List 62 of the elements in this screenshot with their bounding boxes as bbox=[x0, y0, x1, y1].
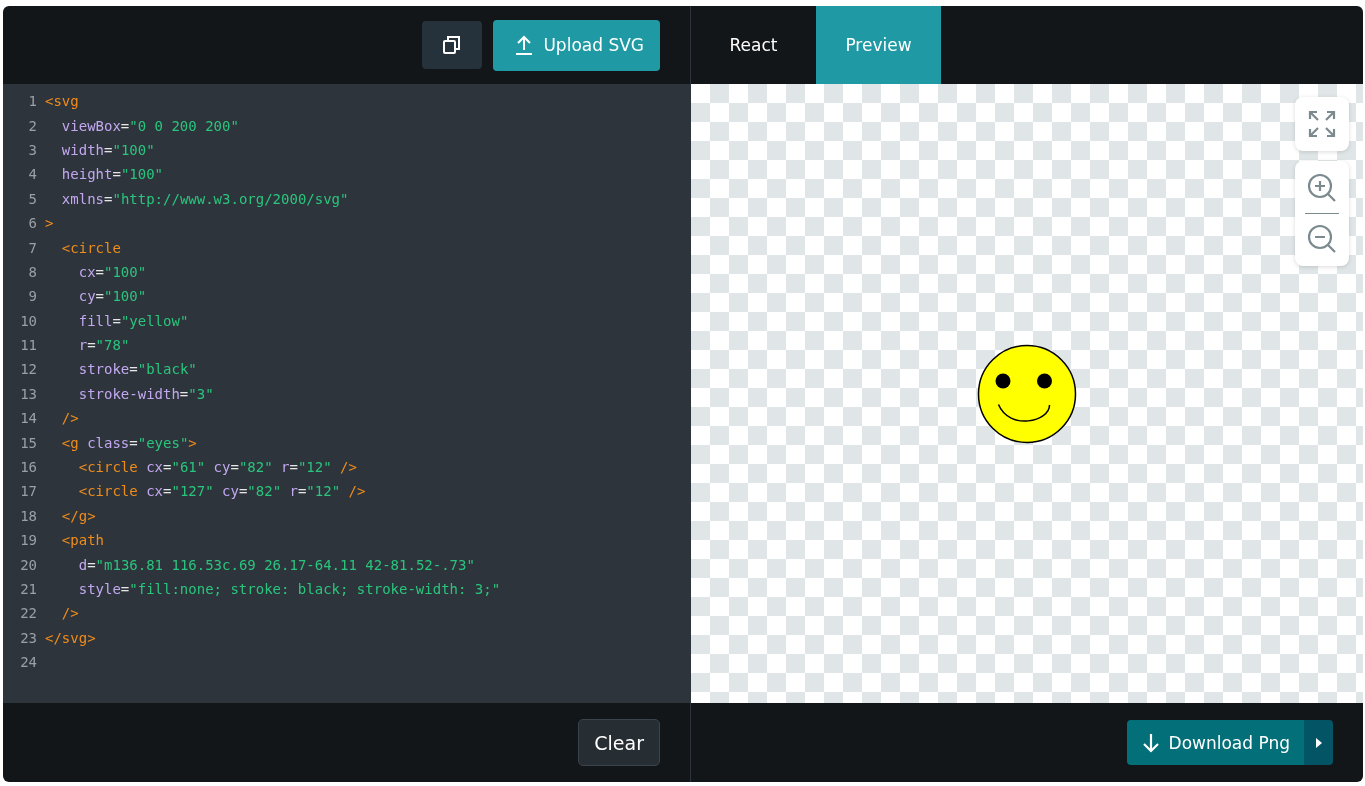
code-line: </svg> bbox=[45, 629, 96, 646]
zoom-in-icon bbox=[1307, 173, 1337, 203]
clear-button[interactable]: Clear bbox=[578, 719, 660, 766]
code-line: stroke-width="3" bbox=[77, 385, 214, 402]
line-number: 18 bbox=[19, 507, 38, 524]
code-line: fill="yellow" bbox=[77, 312, 189, 329]
download-png-button[interactable]: Download Png bbox=[1126, 720, 1304, 765]
line-number: 10 bbox=[19, 312, 38, 329]
upload-icon bbox=[515, 35, 534, 55]
code-line: /> bbox=[60, 605, 79, 622]
code-line: <circle cx="127" cy="82" r="12" /> bbox=[77, 483, 366, 500]
code-line: /> bbox=[60, 410, 79, 427]
expand-icon bbox=[1308, 110, 1336, 138]
code-line: <path bbox=[60, 532, 104, 549]
copy-icon bbox=[442, 35, 463, 55]
code-line: cx="100" bbox=[77, 263, 147, 280]
line-number: 15 bbox=[19, 434, 38, 451]
copy-button[interactable] bbox=[422, 21, 483, 69]
code-line: viewBox="0 0 200 200" bbox=[60, 117, 239, 134]
code-line: height="100" bbox=[60, 166, 164, 183]
line-number: 11 bbox=[19, 337, 38, 354]
code-line: > bbox=[45, 215, 54, 232]
code-line: r="78" bbox=[77, 337, 130, 354]
code-line: cy="100" bbox=[77, 288, 147, 305]
caret-icon bbox=[1315, 737, 1322, 748]
download-icon bbox=[1142, 732, 1159, 753]
tab[interactable]: Preview bbox=[816, 6, 941, 84]
code-line: <circle cx="61" cy="82" r="12" /> bbox=[77, 459, 357, 476]
line-number: 24 bbox=[19, 654, 38, 671]
line-number: 22 bbox=[19, 605, 38, 622]
code-line: style="fill:none; stroke: black; stroke-width: 3;" bbox=[77, 581, 501, 597]
upload-svg-button[interactable]: Upload SVG bbox=[493, 19, 660, 71]
dropdown-toggle[interactable] bbox=[1304, 720, 1333, 765]
line-number: 1 bbox=[27, 93, 38, 110]
line-number: 3 bbox=[27, 141, 38, 158]
code-line: width="100" bbox=[60, 141, 155, 158]
code-editor[interactable] bbox=[3, 84, 690, 703]
line-number: 19 bbox=[19, 532, 38, 549]
code-line: <circle bbox=[60, 239, 121, 256]
line-number: 17 bbox=[19, 483, 38, 500]
line-number: 12 bbox=[19, 361, 38, 378]
code-line: <g class="eyes"> bbox=[60, 434, 197, 451]
line-number: 4 bbox=[27, 166, 38, 183]
line-number: 20 bbox=[19, 556, 38, 573]
code-line: <svg bbox=[45, 93, 79, 110]
line-number: 6 bbox=[27, 215, 38, 232]
code-line: d="m136.81 116.53c.69 26.17-64.11 42-81.52-.73" bbox=[77, 556, 475, 573]
line-number: 21 bbox=[19, 581, 38, 597]
line-number: 14 bbox=[19, 410, 38, 427]
tab[interactable]: React bbox=[691, 6, 816, 84]
line-number: 9 bbox=[27, 288, 38, 305]
line-number: 16 bbox=[19, 459, 38, 476]
code-line: xmlns="http://www.w3.org/2000/svg" bbox=[60, 190, 349, 207]
line-number: 5 bbox=[27, 190, 38, 207]
line-number: 23 bbox=[19, 629, 38, 646]
line-number: 13 bbox=[19, 385, 38, 402]
code-line: </g> bbox=[60, 507, 96, 524]
line-number: 8 bbox=[27, 263, 38, 280]
code-line: stroke="black" bbox=[77, 361, 197, 378]
line-number: 2 bbox=[27, 117, 38, 134]
line-number: 7 bbox=[27, 239, 38, 256]
zoom-out-icon bbox=[1307, 224, 1337, 254]
